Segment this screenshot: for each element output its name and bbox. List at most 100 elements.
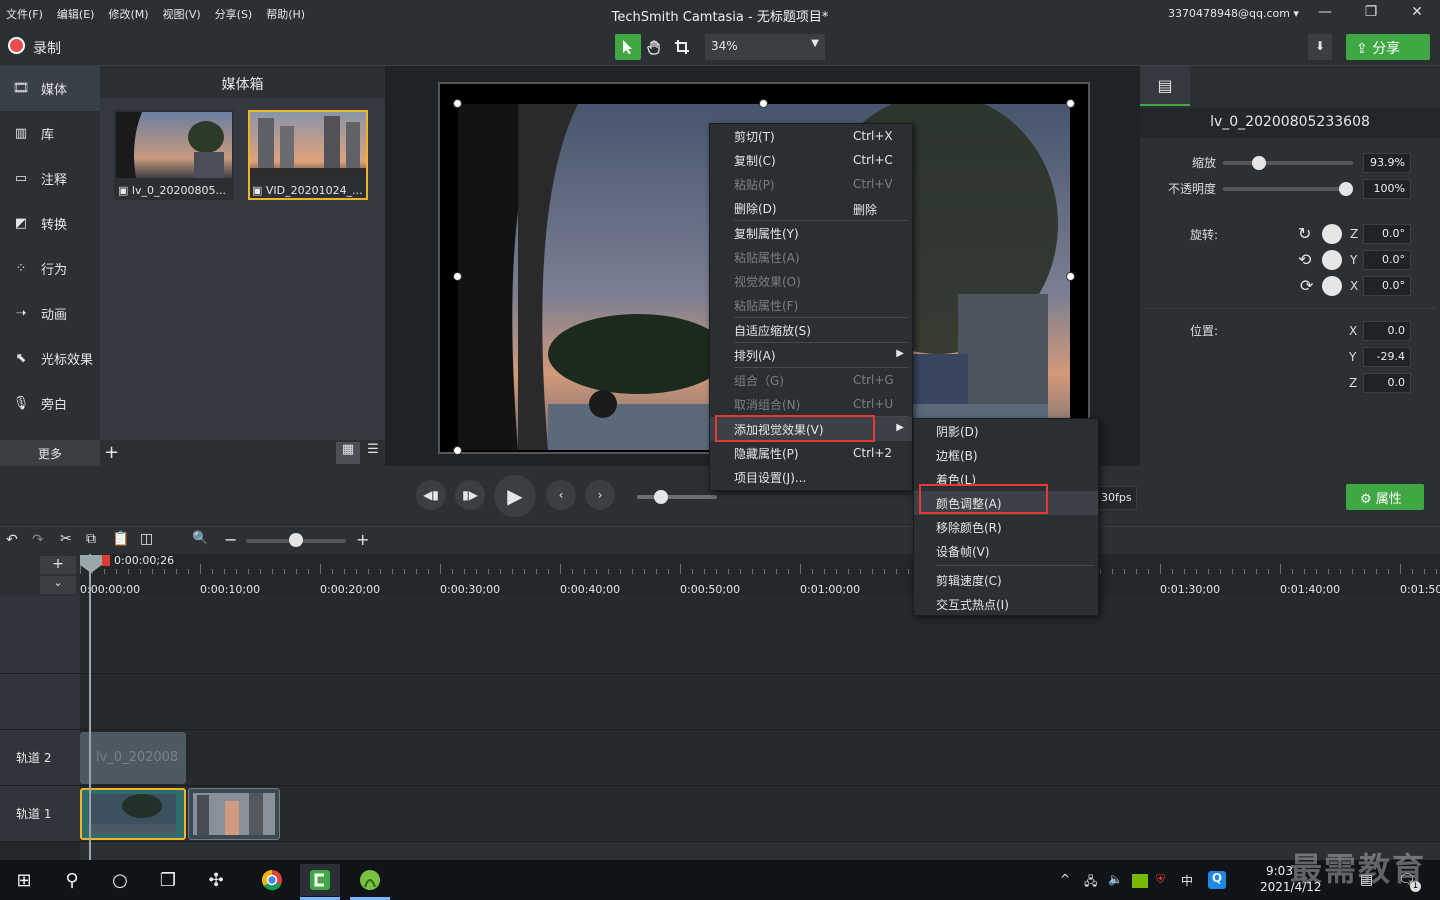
restore-button[interactable]: ❐ [1358, 4, 1384, 24]
empty-track-row[interactable] [80, 674, 1440, 730]
rotation-y-dial[interactable] [1322, 250, 1342, 270]
collapse-tracks-button[interactable]: ⌄ [40, 576, 76, 594]
context-menu-item[interactable]: 粘贴属性(A) [710, 245, 912, 269]
sidebar-item-voice-narration[interactable]: 🎙 旁白 [0, 381, 100, 426]
sidebar-item-library[interactable]: ▥ 库 [0, 111, 100, 156]
sidebar-item-media[interactable]: 🎞 媒体 [0, 66, 100, 111]
zoom-button[interactable]: 🔍 [192, 531, 208, 546]
properties-button[interactable]: ⚙ 属性 [1346, 484, 1424, 510]
submenu-item[interactable]: 剪辑速度(C) [914, 568, 1098, 592]
ime-indicator[interactable]: 中 [1181, 872, 1193, 889]
security-shield-icon[interactable]: ⛨ [1156, 872, 1165, 887]
context-menu-item[interactable]: 复制(C) Ctrl+C [710, 148, 912, 172]
position-y-value[interactable]: -29.4 [1363, 347, 1411, 367]
scrub-knob[interactable] [654, 490, 668, 504]
track-header[interactable]: 轨道 2 [0, 730, 80, 786]
crop-tool-button[interactable] [669, 34, 695, 60]
undo-button[interactable]: ↶ [6, 532, 18, 548]
pinned-app[interactable] [350, 864, 390, 896]
paste-button[interactable]: 📋 [112, 531, 129, 547]
timeline-clip[interactable] [188, 788, 280, 840]
nvidia-icon[interactable] [1132, 874, 1148, 888]
next-button[interactable]: › [585, 480, 615, 510]
context-menu-item[interactable]: 取消组合(N) Ctrl+U [710, 392, 912, 416]
visual-properties-tab[interactable]: ▤ [1140, 66, 1190, 106]
volume-icon[interactable]: 🔈 [1108, 872, 1123, 886]
minimize-button[interactable]: — [1312, 4, 1338, 24]
sidebar-item-behaviors[interactable]: ⁘ 行为 [0, 246, 100, 291]
more-button[interactable]: 更多 [0, 440, 100, 466]
context-menu-item[interactable]: 项目设置(J)... [710, 465, 912, 489]
context-menu-item[interactable]: 复制属性(Y) [710, 221, 912, 245]
grid-view-button[interactable]: ▦ [336, 442, 360, 464]
submenu-item[interactable]: 移除颜色(R) [914, 515, 1098, 539]
scale-value[interactable]: 93.9% [1363, 153, 1411, 173]
start-button[interactable]: ⊞ [4, 864, 44, 896]
resize-handle[interactable] [759, 99, 768, 108]
close-button[interactable]: ✕ [1404, 4, 1430, 24]
select-tool-button[interactable] [615, 34, 641, 60]
play-button[interactable]: ▶ [494, 475, 536, 517]
sidebar-item-annotations[interactable]: ▭ 注释 [0, 156, 100, 201]
step-forward-button[interactable]: ▮▶ [455, 480, 485, 510]
qq-icon[interactable]: Q [1208, 871, 1226, 889]
task-view-button[interactable]: ❐ [148, 864, 188, 896]
context-menu-item[interactable]: 自适应缩放(S) [710, 318, 912, 342]
context-menu-item[interactable]: 粘贴属性(F) [710, 293, 912, 317]
position-x-value[interactable]: 0.0 [1363, 321, 1411, 341]
context-menu-item[interactable]: 隐藏属性(P) Ctrl+2 [710, 441, 912, 465]
scale-slider-knob[interactable] [1252, 156, 1266, 170]
context-menu-item[interactable]: 剪切(T) Ctrl+X [710, 124, 912, 148]
opacity-slider[interactable] [1223, 187, 1353, 191]
context-menu-item[interactable]: 视觉效果(O) [710, 269, 912, 293]
pinned-app[interactable]: ✣ [196, 864, 236, 896]
media-thumbnail[interactable]: ▣ lv_0_20200805... [114, 110, 234, 200]
playhead-end-marker[interactable] [102, 555, 110, 566]
timeline-scrollbar[interactable] [80, 842, 1440, 860]
share-button[interactable]: ⇪ 分享 [1346, 34, 1430, 60]
pinned-chrome[interactable] [252, 864, 292, 896]
redo-button[interactable]: ↷ [32, 532, 44, 548]
download-button[interactable]: ⬇ [1308, 34, 1332, 60]
track-row[interactable] [80, 786, 1440, 842]
sidebar-item-cursor-effects[interactable]: ⬉ 光标效果 [0, 336, 100, 381]
rotation-x-dial[interactable] [1322, 276, 1342, 296]
cortana-button[interactable]: ○ [100, 864, 140, 896]
context-menu-item[interactable]: 粘贴(P) Ctrl+V [710, 172, 912, 196]
zoom-in-button[interactable]: + [356, 530, 369, 549]
context-menu-item[interactable]: 排列(A) ▶ [710, 343, 912, 367]
timeline-clip[interactable] [80, 788, 186, 840]
list-view-button[interactable]: ☰ [362, 442, 384, 464]
empty-track-row[interactable] [80, 596, 1440, 674]
add-media-button[interactable]: + [104, 442, 119, 463]
position-z-value[interactable]: 0.0 [1363, 373, 1411, 393]
submenu-item[interactable]: 阴影(D) [914, 419, 1098, 443]
cut-button[interactable]: ✂ [60, 531, 72, 547]
rotation-z-dial[interactable] [1322, 224, 1342, 244]
add-track-button[interactable]: + [40, 556, 76, 574]
scale-slider[interactable] [1223, 161, 1353, 165]
zoom-out-button[interactable]: − [224, 530, 237, 549]
account-menu[interactable]: 3370478948@qq.com ▾ [1168, 7, 1299, 20]
copy-button[interactable]: ⧉ [86, 531, 96, 547]
context-menu-item[interactable]: 组合（G) Ctrl+G [710, 368, 912, 392]
resize-handle[interactable] [453, 272, 462, 281]
track-header[interactable]: 轨道 1 [0, 786, 80, 842]
media-thumbnail[interactable]: ▣ VID_20201024_... [248, 110, 368, 200]
search-button[interactable]: ⚲ [52, 864, 92, 896]
sidebar-item-transitions[interactable]: ◩ 转换 [0, 201, 100, 246]
previous-button[interactable]: ‹ [546, 480, 576, 510]
submenu-item[interactable]: 交互式热点(I) [914, 592, 1098, 616]
rotation-x-value[interactable]: 0.0° [1363, 276, 1411, 296]
resize-handle[interactable] [1066, 99, 1075, 108]
rotation-y-value[interactable]: 0.0° [1363, 250, 1411, 270]
opacity-slider-knob[interactable] [1339, 182, 1353, 196]
split-button[interactable]: ◫ [140, 531, 153, 547]
step-back-button[interactable]: ◀▮ [416, 480, 446, 510]
zoom-select[interactable]: 34% ▼ [705, 34, 825, 60]
sidebar-item-animations[interactable]: ➝ 动画 [0, 291, 100, 336]
resize-handle[interactable] [453, 446, 462, 455]
opacity-value[interactable]: 100% [1363, 179, 1411, 199]
pinned-camtasia[interactable] [300, 864, 340, 896]
show-hidden-icons-button[interactable]: ^ [1060, 872, 1070, 886]
